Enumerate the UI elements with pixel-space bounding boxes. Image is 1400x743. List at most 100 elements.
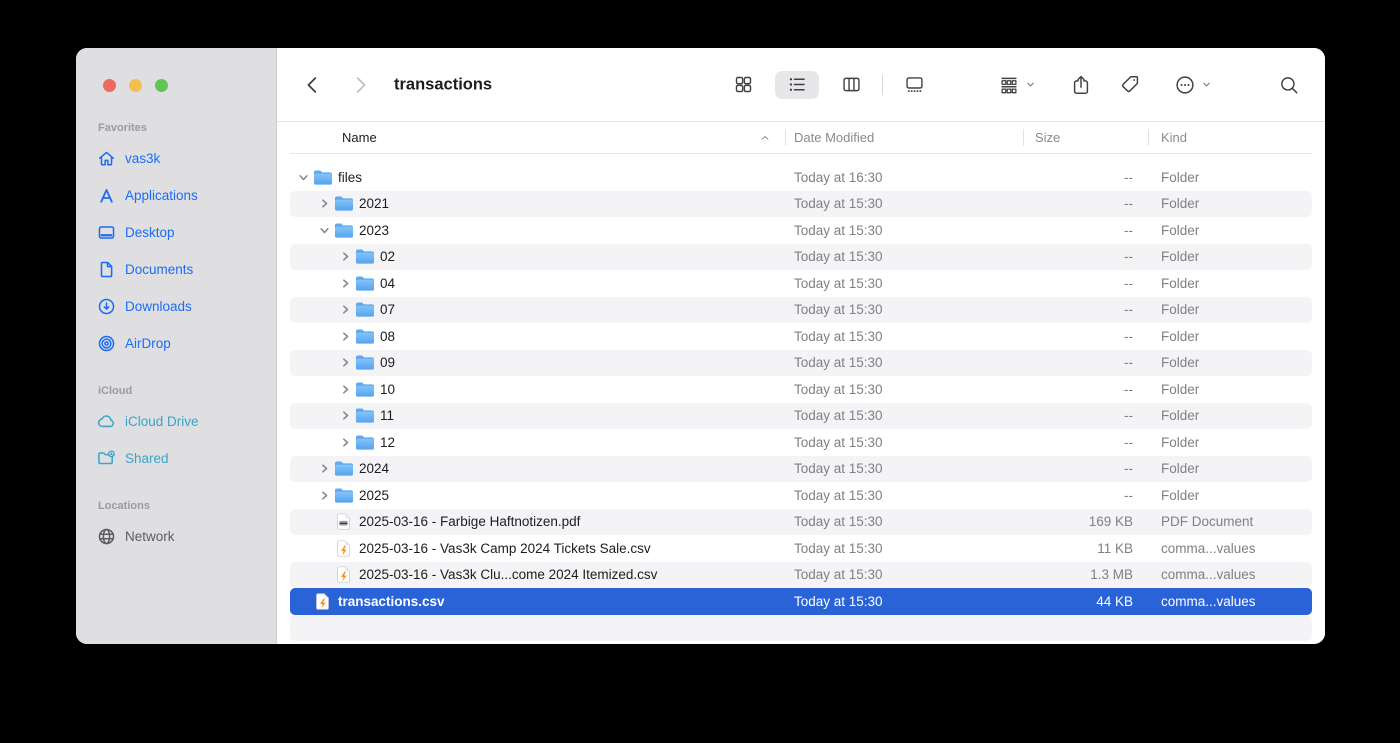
row-transactions-csv[interactable]: transactions.csv Today at 15:30 44 KB co… bbox=[290, 588, 1312, 615]
row-09[interactable]: 09 Today at 15:30 -- Folder bbox=[290, 350, 1312, 377]
folder-icon bbox=[355, 328, 374, 345]
sidebar-item-shared[interactable]: Shared bbox=[97, 440, 266, 477]
tags-button[interactable] bbox=[1117, 71, 1145, 99]
back-button[interactable] bbox=[301, 71, 325, 99]
toolbar: transactions bbox=[277, 48, 1325, 122]
column-header-date-modified[interactable]: Date Modified bbox=[785, 122, 1023, 153]
disclosure-chevron-icon[interactable] bbox=[317, 515, 331, 529]
row-name: transactions.csv bbox=[338, 594, 445, 609]
disclosure-chevron-icon[interactable] bbox=[338, 409, 352, 423]
sidebar-section: iCloud iCloud Drive Shared bbox=[97, 385, 266, 477]
row-name: 2021 bbox=[359, 196, 389, 211]
close-button[interactable] bbox=[103, 79, 116, 92]
row-name: 2024 bbox=[359, 461, 389, 476]
sidebar-item-desktop[interactable]: Desktop bbox=[97, 214, 266, 251]
home-icon bbox=[97, 149, 116, 168]
row-2025-03-16-vas3k-camp-2024-tickets-sale-csv[interactable]: 2025-03-16 - Vas3k Camp 2024 Tickets Sal… bbox=[290, 535, 1312, 562]
view-switcher bbox=[721, 71, 936, 99]
sidebar-item-airdrop[interactable]: AirDrop bbox=[97, 325, 266, 362]
list-view-icon bbox=[787, 74, 808, 95]
sidebar-item-documents[interactable]: Documents bbox=[97, 251, 266, 288]
row-files[interactable]: files Today at 16:30 -- Folder bbox=[290, 164, 1312, 191]
sidebar-item-applications[interactable]: Applications bbox=[97, 177, 266, 214]
row-2025-03-16-farbige-haftnotizen-pdf[interactable]: 2025-03-16 - Farbige Haftnotizen.pdf Tod… bbox=[290, 509, 1312, 536]
disclosure-chevron-icon[interactable] bbox=[338, 435, 352, 449]
disclosure-chevron-icon[interactable] bbox=[338, 250, 352, 264]
row-date-modified: Today at 15:30 bbox=[785, 514, 1023, 529]
sidebar-section-title: Locations bbox=[98, 500, 266, 512]
disclosure-chevron-icon[interactable] bbox=[338, 382, 352, 396]
disclosure-chevron-icon[interactable] bbox=[317, 223, 331, 237]
row-date-modified: Today at 15:30 bbox=[785, 249, 1023, 264]
row-kind: Folder bbox=[1148, 170, 1312, 185]
row-size: 169 KB bbox=[1023, 514, 1148, 529]
sidebar-item-label: Downloads bbox=[125, 299, 192, 314]
disclosure-chevron-icon[interactable] bbox=[338, 329, 352, 343]
column-header-name[interactable]: Name bbox=[290, 122, 785, 153]
column-header-size[interactable]: Size bbox=[1023, 122, 1148, 153]
row-date-modified: Today at 15:30 bbox=[785, 594, 1023, 609]
row-11[interactable]: 11 Today at 15:30 -- Folder bbox=[290, 403, 1312, 430]
forward-button[interactable] bbox=[348, 71, 372, 99]
row-2021[interactable]: 2021 Today at 15:30 -- Folder bbox=[290, 191, 1312, 218]
row-10[interactable]: 10 Today at 15:30 -- Folder bbox=[290, 376, 1312, 403]
disclosure-chevron-icon[interactable] bbox=[317, 541, 331, 555]
row-2025[interactable]: 2025 Today at 15:30 -- Folder bbox=[290, 482, 1312, 509]
row-name: 09 bbox=[380, 355, 395, 370]
search-button[interactable] bbox=[1275, 71, 1303, 99]
row-07[interactable]: 07 Today at 15:30 -- Folder bbox=[290, 297, 1312, 324]
sidebar-item-label: Network bbox=[125, 529, 175, 544]
disclosure-chevron-icon[interactable] bbox=[338, 303, 352, 317]
row-kind: Folder bbox=[1148, 329, 1312, 344]
sidebar-item-downloads[interactable]: Downloads bbox=[97, 288, 266, 325]
row-kind: Folder bbox=[1148, 302, 1312, 317]
row-04[interactable]: 04 Today at 15:30 -- Folder bbox=[290, 270, 1312, 297]
sidebar-item-label: Desktop bbox=[125, 225, 175, 240]
sidebar-item-vas3k[interactable]: vas3k bbox=[97, 140, 266, 177]
sidebar-item-network[interactable]: Network bbox=[97, 518, 266, 555]
row-08[interactable]: 08 Today at 15:30 -- Folder bbox=[290, 323, 1312, 350]
row-12[interactable]: 12 Today at 15:30 -- Folder bbox=[290, 429, 1312, 456]
sidebar-item-icloud-drive[interactable]: iCloud Drive bbox=[97, 403, 266, 440]
zoom-button[interactable] bbox=[155, 79, 168, 92]
row-kind: comma...values bbox=[1148, 567, 1312, 582]
row-2025-03-16-vas3k-clu-come-2024-itemized-csv[interactable]: 2025-03-16 - Vas3k Clu...come 2024 Itemi… bbox=[290, 562, 1312, 589]
disclosure-chevron-icon[interactable] bbox=[317, 568, 331, 582]
list-view-button[interactable] bbox=[775, 71, 819, 99]
column-view-button[interactable] bbox=[829, 71, 873, 99]
row-size: -- bbox=[1023, 249, 1148, 264]
minimize-button[interactable] bbox=[129, 79, 142, 92]
disclosure-chevron-icon[interactable] bbox=[296, 594, 310, 608]
disclosure-chevron-icon[interactable] bbox=[317, 462, 331, 476]
row-date-modified: Today at 15:30 bbox=[785, 567, 1023, 582]
grid-view-icon bbox=[733, 74, 754, 95]
row-date-modified: Today at 15:30 bbox=[785, 223, 1023, 238]
share-button[interactable] bbox=[1067, 71, 1095, 99]
folder-icon bbox=[334, 487, 353, 504]
sidebar-item-label: vas3k bbox=[125, 151, 160, 166]
folder-icon bbox=[355, 354, 374, 371]
row-kind: Folder bbox=[1148, 382, 1312, 397]
disclosure-chevron-icon[interactable] bbox=[317, 488, 331, 502]
disclosure-chevron-icon[interactable] bbox=[338, 356, 352, 370]
group-by-button[interactable] bbox=[989, 71, 1045, 99]
row-2024[interactable]: 2024 Today at 15:30 -- Folder bbox=[290, 456, 1312, 483]
disclosure-chevron-icon[interactable] bbox=[296, 170, 310, 184]
row-name: 11 bbox=[380, 408, 394, 423]
row-name: 04 bbox=[380, 276, 395, 291]
row-size: -- bbox=[1023, 223, 1148, 238]
column-header-kind[interactable]: Kind bbox=[1148, 122, 1312, 153]
row-name: 07 bbox=[380, 302, 395, 317]
disclosure-chevron-icon[interactable] bbox=[317, 197, 331, 211]
row-02[interactable]: 02 Today at 15:30 -- Folder bbox=[290, 244, 1312, 271]
gallery-view-button[interactable] bbox=[892, 71, 936, 99]
airdrop-icon bbox=[97, 334, 116, 353]
row-2023[interactable]: 2023 Today at 15:30 -- Folder bbox=[290, 217, 1312, 244]
file-list: files Today at 16:30 -- Folder 2021 Toda… bbox=[277, 154, 1325, 641]
disclosure-chevron-icon[interactable] bbox=[338, 276, 352, 290]
icon-view-button[interactable] bbox=[721, 71, 765, 99]
csv-file-icon bbox=[313, 593, 332, 610]
more-options-button[interactable] bbox=[1171, 71, 1215, 99]
folder-icon bbox=[355, 248, 374, 265]
row-date-modified: Today at 16:30 bbox=[785, 170, 1023, 185]
